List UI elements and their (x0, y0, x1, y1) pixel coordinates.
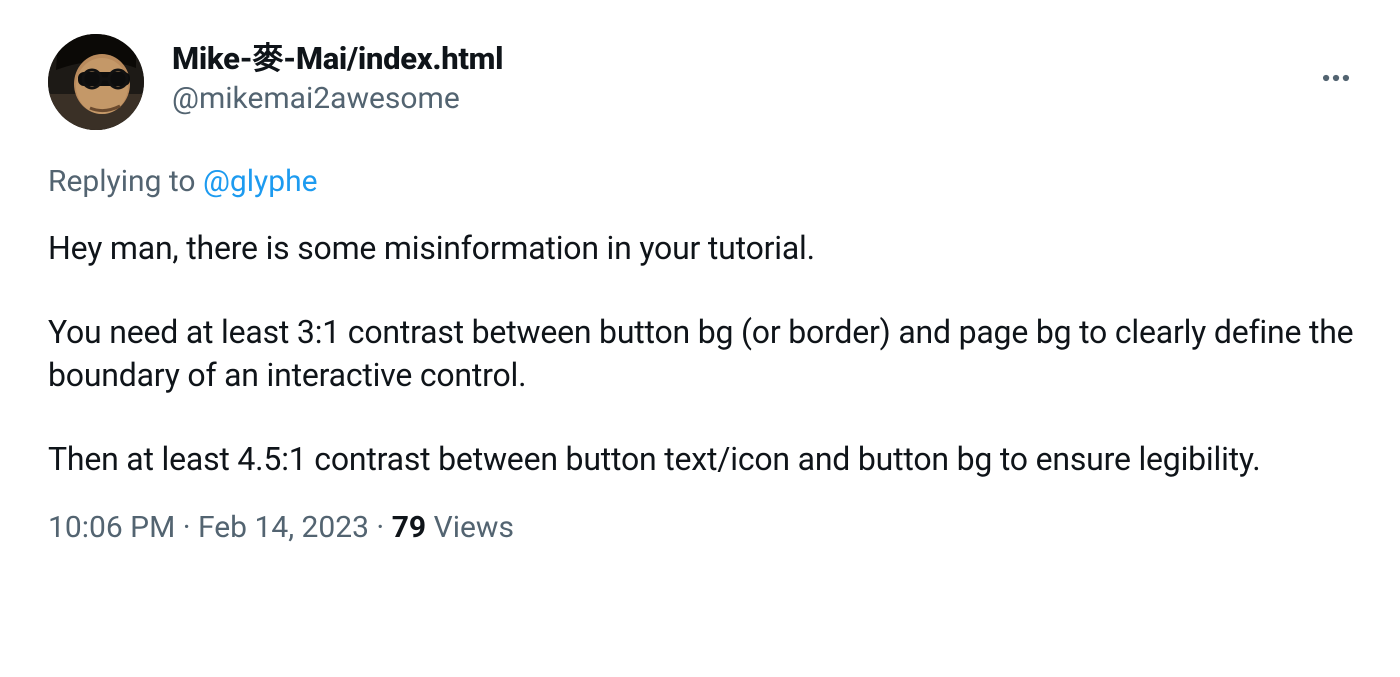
reply-mention[interactable]: @glyphe (203, 164, 318, 199)
display-name[interactable]: Mike-麥-Mai/index.html (172, 40, 503, 79)
reply-prefix: Replying to (48, 164, 203, 199)
avatar-image (48, 34, 144, 130)
author-names: Mike-麥-Mai/index.html @mikemai2awesome (172, 34, 503, 118)
author-handle[interactable]: @mikemai2awesome (172, 79, 503, 118)
tweet-header: Mike-麥-Mai/index.html @mikemai2awesome (48, 34, 1364, 130)
ellipsis-icon (1319, 61, 1353, 95)
tweet-body: Hey man, there is some misinformation in… (48, 227, 1364, 480)
tweet-time[interactable]: 10:06 PM (48, 510, 175, 545)
tweet: Mike-麥-Mai/index.html @mikemai2awesome R… (0, 0, 1400, 575)
reply-context: Replying to @glyphe (48, 164, 1364, 199)
more-options-button[interactable] (1314, 56, 1358, 100)
meta-sep: · (175, 510, 198, 545)
meta-sep: · (369, 510, 392, 545)
avatar[interactable] (48, 34, 144, 130)
tweet-date[interactable]: Feb 14, 2023 (198, 510, 369, 545)
tweet-meta: 10:06 PM · Feb 14, 2023 · 79 Views (48, 510, 1364, 545)
views-count[interactable]: 79 (392, 510, 426, 545)
views-label: Views (426, 510, 514, 545)
